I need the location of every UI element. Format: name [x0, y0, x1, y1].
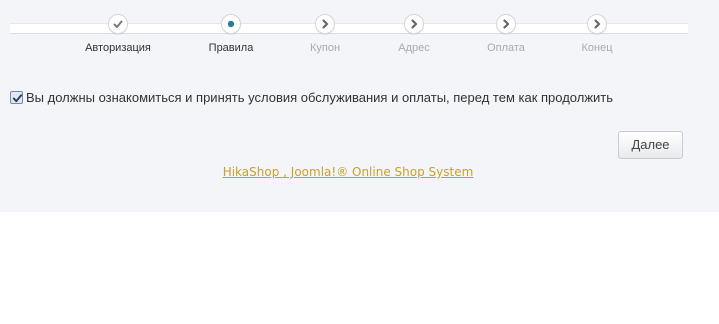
chevron-right-icon [315, 14, 335, 34]
step-label: Адрес [398, 42, 430, 54]
step-label: Купон [309, 42, 341, 54]
current-dot-icon [221, 14, 241, 34]
step-payment: Оплата [456, 14, 556, 55]
checkout-panel: Авторизация Правила Купон Адрес Оплата К… [0, 0, 719, 212]
step-label: Конец [581, 42, 613, 54]
step-label: Оплата [487, 42, 525, 54]
chevron-right-icon [587, 14, 607, 34]
terms-checkbox[interactable] [10, 90, 23, 104]
footer-link[interactable]: HikaShop , Joomla!® Online Shop System [0, 165, 696, 179]
step-authorization[interactable]: Авторизация [68, 14, 168, 55]
step-coupon: Купон [275, 14, 375, 55]
step-label: Авторизация [85, 42, 151, 54]
check-icon [108, 14, 128, 34]
next-button[interactable]: Далее [618, 131, 683, 159]
chevron-right-icon [404, 14, 424, 34]
terms-row: Вы должны ознакомиться и принять условия… [10, 89, 613, 105]
checkmark-icon [12, 93, 23, 102]
step-rules: Правила [181, 14, 281, 55]
chevron-right-icon [496, 14, 516, 34]
checkout-progress: Авторизация Правила Купон Адрес Оплата К… [10, 14, 688, 56]
step-address: Адрес [364, 14, 464, 55]
step-label: Правила [208, 42, 254, 54]
step-end: Конец [547, 14, 647, 55]
terms-label: Вы должны ознакомиться и принять условия… [26, 89, 614, 105]
